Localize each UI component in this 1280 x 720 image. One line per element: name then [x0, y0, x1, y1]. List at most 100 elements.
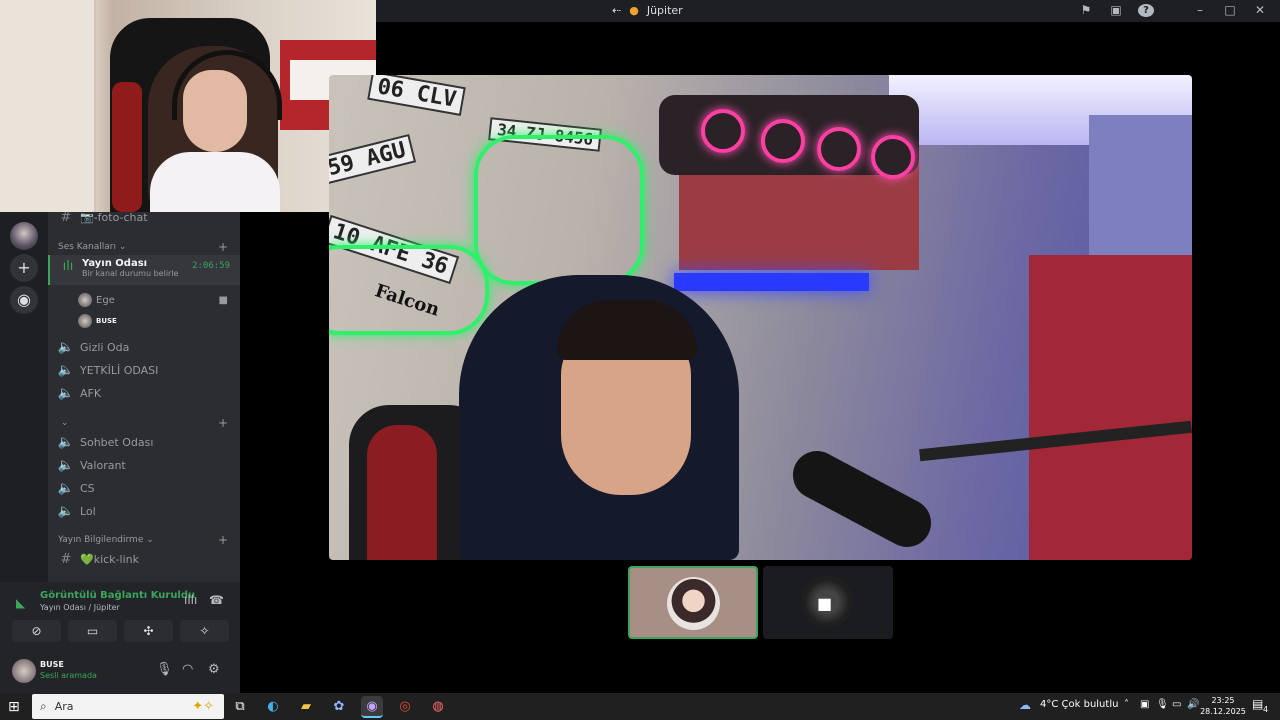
channel-list: # 📷-foto-chat Ses Kanalları ⌄ + ılı Yayı…: [48, 205, 240, 582]
discord-icon[interactable]: ◉: [361, 696, 383, 718]
microphone-icon[interactable]: 🎙: [156, 662, 173, 677]
help-icon[interactable]: ?: [1138, 2, 1154, 17]
planet-icon: ●: [629, 4, 639, 17]
maximize-button[interactable]: □: [1222, 3, 1238, 17]
weather-icon: ☁: [1019, 698, 1031, 712]
camera-off-button[interactable]: ⊘: [12, 620, 61, 642]
activities-button[interactable]: ✣: [124, 620, 173, 642]
file-explorer-icon[interactable]: ▰: [295, 696, 317, 718]
chrome-icon[interactable]: ◎: [394, 696, 416, 718]
clock[interactable]: 23:25 28.12.2025: [1200, 695, 1246, 717]
voice-member-ege[interactable]: Ege ■: [48, 289, 240, 311]
speaker-icon: 🔈: [57, 362, 75, 378]
close-button[interactable]: ✕: [1252, 3, 1268, 17]
participant-tile-ege[interactable]: ■: [763, 566, 893, 639]
signal-icon: ◣: [16, 596, 26, 610]
avatar[interactable]: [12, 659, 36, 683]
microphone: [784, 442, 940, 556]
camera-icon: ■: [218, 294, 228, 306]
participant-tile-buse[interactable]: [628, 566, 758, 639]
weather-text[interactable]: 4°C Çok bulutlu: [1040, 699, 1118, 710]
call-timer: 2:06:59: [192, 261, 230, 271]
license-plate: 59 AGU: [329, 133, 417, 186]
voice-channel-valorant[interactable]: 🔈 Valorant: [48, 454, 240, 476]
screen-share-icon[interactable]: ▣: [1108, 3, 1124, 17]
speaker-icon: 🔈: [57, 385, 75, 401]
speaker-icon: 🔈: [57, 434, 75, 450]
soundboard-button[interactable]: ✧: [180, 620, 229, 642]
taskbar-search[interactable]: ⌕ Ara ✦✧: [32, 694, 224, 719]
avatar: [78, 293, 92, 307]
flag-icon[interactable]: ⚑: [1078, 3, 1094, 17]
user-status: Sesli aramada: [40, 671, 97, 680]
notification-count: 4: [1263, 705, 1269, 714]
screen-share-button[interactable]: ▭: [68, 620, 117, 642]
window-title-text: Jüpiter: [646, 4, 683, 17]
avatar: [667, 577, 720, 630]
add-channel-icon[interactable]: +: [218, 533, 228, 547]
license-plate: 06 CLV: [367, 75, 467, 117]
user-panel: BUSE Sesli aramada 🎙 ◠ ⚙: [0, 652, 240, 693]
microphone-icon[interactable]: 🎙: [1156, 699, 1169, 710]
meet-icon[interactable]: ▣: [1140, 699, 1149, 710]
voice-member-buse[interactable]: BUSE: [48, 310, 240, 332]
voice-location[interactable]: Yayın Odası / Jüpiter: [40, 603, 120, 612]
sparkle-icon: ✦✧: [192, 699, 214, 714]
speaker-icon: 🔈: [57, 457, 75, 473]
title-actions: ⚑ ▣ ? – □ ✕: [1078, 2, 1268, 17]
voice-channel-afk[interactable]: 🔈 AFK: [48, 382, 240, 404]
voice-channel-yetkili-odasi[interactable]: 🔈 YETKİLİ ODASI: [48, 359, 240, 381]
speaker-icon: 🔈: [57, 480, 75, 496]
chevron-down-icon: ⌄: [143, 535, 154, 545]
channel-kick-link[interactable]: # 💚kick-link: [48, 548, 240, 570]
chevron-down-icon: ⌄: [116, 242, 127, 252]
network-icon[interactable]: ▭: [1172, 699, 1181, 710]
server-rail: + ◉: [0, 212, 48, 582]
voice-channel-sohbet[interactable]: 🔈 Sohbet Odası: [48, 431, 240, 453]
noise-suppression-icon[interactable]: ıllı: [184, 593, 197, 607]
obs-icon[interactable]: ◍: [427, 696, 449, 718]
voice-channel-yayin-odasi[interactable]: ılı Yayın Odası Bir kanal durumu belirle…: [48, 255, 240, 285]
blue-led: [674, 273, 869, 291]
chevron-down-icon: ⌄: [58, 418, 69, 428]
voice-channel-gizli-oda[interactable]: 🔈 Gizli Oda: [48, 336, 240, 358]
chevron-up-icon[interactable]: ˄: [1124, 699, 1129, 710]
voice-connection-panel: ◣ Görüntülü Bağlantı Kuruldu Yayın Odası…: [0, 582, 240, 652]
back-arrow-icon[interactable]: ⇠: [612, 4, 621, 17]
notification-icon[interactable]: ▤: [1252, 697, 1263, 711]
minimize-button[interactable]: –: [1192, 3, 1208, 17]
user-name: BUSE: [40, 660, 64, 669]
avatar: [78, 314, 92, 328]
main-video-feed[interactable]: 06 CLV 34 ZJ 8456 59 AGU 10 AFE 36 Falco…: [329, 75, 1192, 560]
voice-channel-lol[interactable]: 🔈 Lol: [48, 500, 240, 522]
taskbar: ⊞ ⌕ Ara ✦✧ ⧉ ◐ ▰ ✿ ◉ ◎ ◍ ☁ 4°C Çok bulut…: [0, 693, 1280, 720]
speaker-icon: 🔈: [57, 339, 75, 355]
copilot-icon[interactable]: ✿: [328, 696, 350, 718]
hash-icon: #: [60, 551, 72, 567]
headphones-icon[interactable]: ◠: [182, 662, 193, 677]
voice-channel-cs[interactable]: 🔈 CS: [48, 477, 240, 499]
gear-icon[interactable]: ⚙: [208, 662, 220, 677]
add-channel-icon[interactable]: +: [218, 416, 228, 430]
server-icon[interactable]: [10, 222, 38, 250]
windows-start-icon[interactable]: ⊞: [8, 699, 20, 715]
window-title: ⇠ ● Jüpiter: [612, 4, 683, 17]
add-channel-icon[interactable]: +: [218, 240, 228, 254]
neon-sign: [474, 135, 644, 285]
voice-active-icon: ılı: [62, 259, 74, 274]
disconnect-icon[interactable]: ☎: [209, 593, 224, 607]
voice-actions: ⊘ ▭ ✣ ✧: [12, 620, 229, 642]
edge-icon[interactable]: ◐: [262, 696, 284, 718]
speaker-shelf: [659, 95, 919, 179]
add-server-icon[interactable]: +: [10, 254, 38, 282]
volume-icon[interactable]: 🔊: [1187, 699, 1199, 710]
camera-icon: ■: [817, 594, 833, 613]
discover-icon[interactable]: ◉: [10, 286, 38, 314]
channel-status: Bir kanal durumu belirle: [82, 269, 179, 278]
search-icon: ⌕: [40, 699, 47, 713]
speaker-icon: 🔈: [57, 503, 75, 519]
voice-status: Görüntülü Bağlantı Kuruldu: [40, 590, 196, 601]
task-view-icon[interactable]: ⧉: [229, 696, 251, 718]
discord-window: ⇠ ● Jüpiter ⚑ ▣ ? – □ ✕ + ◉ # 📷-foto-cha…: [0, 0, 1280, 693]
channel-name: Yayın Odası: [82, 258, 148, 269]
